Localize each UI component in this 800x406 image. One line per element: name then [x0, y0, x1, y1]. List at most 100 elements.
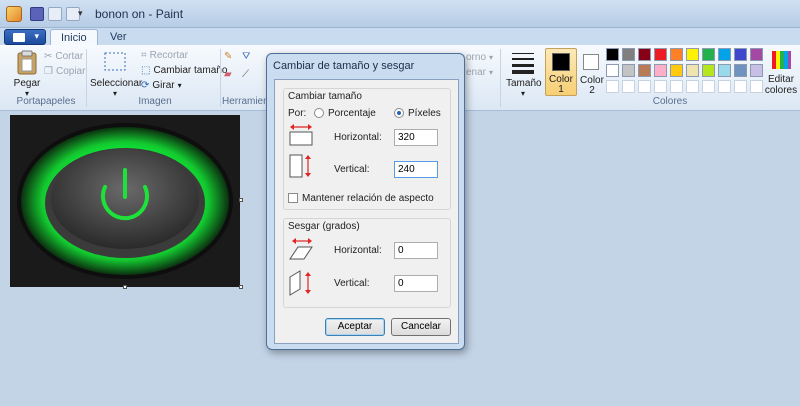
resize-handle-bottom[interactable]: [123, 285, 127, 289]
clipboard-icon: [17, 50, 37, 75]
fill-tool[interactable]: ⛛: [242, 51, 250, 62]
skew-horizontal-input[interactable]: 0: [394, 242, 438, 259]
rotate-icon: ⟳: [141, 80, 150, 91]
palette-swatch[interactable]: [718, 48, 731, 61]
dialog-body: Cambiar tamaño Por: Porcentaje Píxeles H…: [274, 79, 459, 344]
copy-icon: ❐: [44, 66, 53, 77]
menu-icon: [13, 33, 25, 42]
resize-button[interactable]: ⬚ Cambiar tamaño: [141, 65, 227, 76]
palette-swatch[interactable]: [702, 48, 715, 61]
palette-swatch[interactable]: [686, 48, 699, 61]
resize-handle-corner[interactable]: [239, 285, 243, 289]
copy-button[interactable]: ❐ Copiar: [44, 66, 85, 77]
colors-group-label: Colores: [652, 96, 688, 107]
palette-swatch[interactable]: [638, 80, 651, 93]
select-rectangle-icon: [104, 52, 126, 71]
size-button[interactable]: Tamaño ▾: [506, 49, 542, 98]
size-chevron-icon: ▾: [520, 89, 525, 98]
palette-swatch[interactable]: [686, 64, 699, 77]
palette-swatch[interactable]: [622, 80, 635, 93]
select-label: Seleccionar: [90, 78, 143, 89]
edit-colors-button[interactable]: Editar colores: [764, 49, 798, 96]
ok-button[interactable]: Aceptar: [325, 318, 385, 336]
skew-vertical-input[interactable]: 0: [394, 275, 438, 292]
palette-swatch[interactable]: [734, 64, 747, 77]
power-button-image: [10, 115, 240, 287]
paint-menu-button[interactable]: ▾: [4, 29, 46, 45]
clipboard-group-label: Portapapeles: [16, 96, 76, 107]
palette-swatch[interactable]: [670, 80, 683, 93]
skew-vertical-label: Vertical:: [334, 278, 370, 289]
horizontal-resize-icon: [289, 124, 313, 146]
resize-fieldset: Cambiar tamaño Por: Porcentaje Píxeles H…: [283, 88, 451, 210]
pixels-label[interactable]: Píxeles: [408, 108, 441, 119]
percent-radio[interactable]: [314, 108, 324, 118]
rotate-button[interactable]: ⟳ Girar ▾: [141, 80, 182, 91]
palette-swatch[interactable]: [654, 48, 667, 61]
color1-button[interactable]: Color 1: [545, 48, 577, 96]
palette-swatch[interactable]: [686, 80, 699, 93]
palette-swatch[interactable]: [718, 80, 731, 93]
color-picker-tool[interactable]: ⟋: [242, 69, 249, 80]
color-palette: [606, 48, 766, 96]
palette-swatch[interactable]: [654, 80, 667, 93]
paste-button[interactable]: Pegar ▾: [10, 49, 44, 98]
tab-ver[interactable]: Ver: [100, 29, 137, 46]
scissors-icon: ✂: [44, 51, 53, 62]
outline-chevron-icon: ▾: [489, 53, 494, 62]
palette-swatch[interactable]: [622, 64, 635, 77]
resize-handle-right[interactable]: [239, 198, 243, 202]
palette-swatch[interactable]: [622, 48, 635, 61]
cut-button[interactable]: ✂ Cortar: [44, 51, 83, 62]
select-button[interactable]: Seleccionar ▾: [90, 49, 143, 98]
palette-swatch[interactable]: [606, 48, 619, 61]
qat-dropdown-icon[interactable]: ▾: [78, 8, 83, 19]
line-size-icon: [512, 53, 534, 74]
divider: [86, 49, 87, 107]
color2-button[interactable]: Color 2: [580, 48, 604, 96]
undo-icon[interactable]: [48, 7, 62, 21]
palette-swatch[interactable]: [654, 64, 667, 77]
palette-swatch[interactable]: [606, 80, 619, 93]
divider: [500, 49, 501, 107]
vertical-resize-icon: [289, 154, 311, 178]
percent-label[interactable]: Porcentaje: [328, 108, 376, 119]
drawing-canvas[interactable]: [10, 115, 240, 287]
vertical-skew-icon: [289, 270, 311, 296]
palette-swatch[interactable]: [638, 64, 651, 77]
palette-swatch[interactable]: [718, 64, 731, 77]
eraser-tool[interactable]: ▰: [224, 69, 232, 80]
palette-swatch[interactable]: [670, 48, 683, 61]
palette-swatch[interactable]: [750, 80, 763, 93]
resize-vertical-input[interactable]: 240: [394, 161, 438, 178]
palette-swatch[interactable]: [702, 64, 715, 77]
palette-swatch[interactable]: [750, 64, 763, 77]
paint-app-icon[interactable]: [6, 6, 22, 22]
pencil-tool[interactable]: ✎: [224, 51, 232, 62]
save-icon[interactable]: [30, 7, 44, 21]
eraser-icon: ▰: [224, 69, 232, 80]
resize-icon: ⬚: [141, 65, 151, 76]
palette-swatch[interactable]: [734, 48, 747, 61]
tab-inicio[interactable]: Inicio: [50, 29, 98, 46]
resize-horizontal-input[interactable]: 320: [394, 129, 438, 146]
outline-dropdown[interactable]: orno ▾: [466, 52, 493, 63]
palette-swatch[interactable]: [734, 80, 747, 93]
pixels-radio[interactable]: [394, 108, 404, 118]
cancel-button[interactable]: Cancelar: [391, 318, 451, 336]
color1-swatch: [552, 53, 570, 71]
palette-swatch[interactable]: [702, 80, 715, 93]
palette-swatch[interactable]: [606, 64, 619, 77]
palette-swatch[interactable]: [750, 48, 763, 61]
palette-swatch[interactable]: [638, 48, 651, 61]
tools-group-label: Herramienta: [222, 96, 266, 107]
keep-ratio-label[interactable]: Mantener relación de aspecto: [302, 193, 434, 204]
edit-colors-label: Editar: [767, 74, 795, 85]
edit-colors-sub: colores: [764, 85, 798, 96]
crop-button[interactable]: ⌗ Recortar: [141, 50, 188, 61]
window-title: bonon on - Paint: [95, 7, 184, 21]
keep-ratio-checkbox[interactable]: [288, 193, 298, 203]
cut-label: Cortar: [55, 51, 84, 62]
fill-dropdown[interactable]: enar ▾: [466, 67, 493, 78]
palette-swatch[interactable]: [670, 64, 683, 77]
